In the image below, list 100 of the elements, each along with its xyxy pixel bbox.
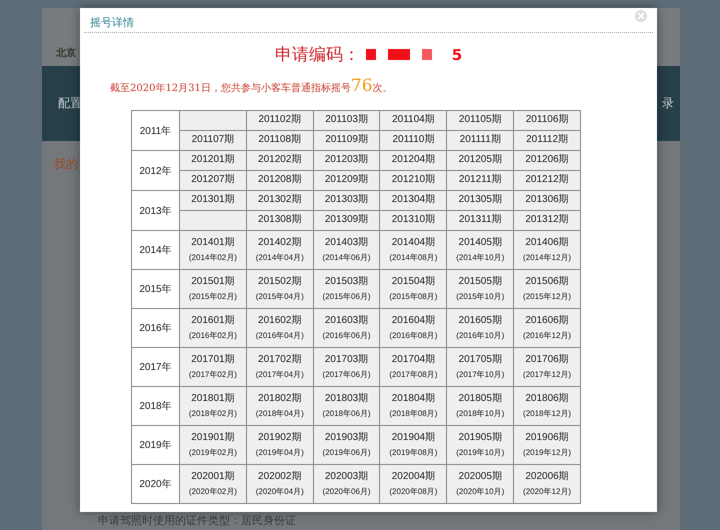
period-cell: 201705期 (2017年10月) [446, 348, 514, 386]
period-cell: 201110期 [380, 130, 447, 150]
year-cell: 2016年 [132, 308, 180, 348]
period-cell [180, 110, 246, 130]
period-cell: 201402期 (2014年04月) [246, 230, 314, 270]
period-cell: 201603期 (2016年06月) [313, 308, 380, 348]
period-cell: 201111期 [446, 130, 514, 150]
period-cell [180, 210, 246, 230]
period-cell: 201904期 (2019年08月) [380, 426, 447, 464]
period-cell: 201308期 [246, 210, 314, 230]
year-cell: 2020年 [132, 464, 180, 504]
redaction-mark [366, 49, 376, 60]
period-cell: 201105期 [446, 110, 514, 130]
period-cell: 201503期 (2015年06月) [313, 270, 380, 308]
period-cell: 201211期 [446, 170, 514, 190]
period-cell: 201206期 [514, 150, 580, 170]
year-cell: 2014年 [132, 230, 180, 270]
period-cell: 201906期 (2019年12月) [514, 426, 580, 464]
period-cell: 201311期 [446, 210, 514, 230]
period-cell: 201501期 (2015年02月) [180, 270, 246, 308]
redaction-mark [422, 49, 432, 60]
period-cell: 201102期 [246, 110, 314, 130]
year-cell: 2012年 [132, 150, 180, 190]
period-cell: 201806期 (2018年12月) [514, 386, 580, 426]
period-cell: 201602期 (2016年04月) [246, 308, 314, 348]
period-cell: 201404期 (2014年08月) [380, 230, 447, 270]
period-cell: 201107期 [180, 130, 246, 150]
period-cell: 201301期 [180, 190, 246, 210]
dialog-title: 摇号详情 [90, 15, 134, 30]
period-cell: 201801期 (2018年02月) [180, 386, 246, 426]
period-cell: 201210期 [380, 170, 447, 190]
close-icon [637, 12, 645, 20]
period-cell: 201108期 [246, 130, 314, 150]
year-cell: 2017年 [132, 348, 180, 386]
period-cell: 201106期 [514, 110, 580, 130]
period-cell: 201202期 [246, 150, 314, 170]
code-tail: 5 [452, 46, 462, 64]
year-cell: 2015年 [132, 270, 180, 308]
period-cell: 201212期 [514, 170, 580, 190]
period-cell: 201305期 [446, 190, 514, 210]
period-cell: 202002期 (2020年04月) [246, 464, 314, 504]
period-cell: 201606期 (2016年12月) [514, 308, 580, 348]
period-cell: 201903期 (2019年06月) [313, 426, 380, 464]
year-cell: 2013年 [132, 190, 180, 230]
period-cell: 202001期 (2020年02月) [180, 464, 246, 504]
period-cell: 201605期 (2016年10月) [446, 308, 514, 348]
period-cell: 201310期 [380, 210, 447, 230]
period-cell: 201203期 [313, 150, 380, 170]
period-cell: 201403期 (2014年06月) [313, 230, 380, 270]
period-cell: 201103期 [313, 110, 380, 130]
period-cell: 201703期 (2017年06月) [313, 348, 380, 386]
period-cell: 201209期 [313, 170, 380, 190]
period-cell: 201405期 (2014年10月) [446, 230, 514, 270]
period-cell: 201701期 (2017年02月) [180, 348, 246, 386]
login-link[interactable]: 录 [662, 95, 674, 112]
redaction-mark [388, 49, 410, 60]
period-cell: 201208期 [246, 170, 314, 190]
period-cell: 201104期 [380, 110, 447, 130]
period-cell: 201702期 (2017年04月) [246, 348, 314, 386]
period-cell: 202003期 (2020年06月) [313, 464, 380, 504]
period-cell: 201905期 (2019年10月) [446, 426, 514, 464]
period-cell: 201201期 [180, 150, 246, 170]
period-cell: 201302期 [246, 190, 314, 210]
section-title: 我的 [54, 157, 78, 171]
code-label: 申请编码： [274, 44, 360, 66]
period-cell: 202005期 (2020年10月) [446, 464, 514, 504]
year-cell: 2018年 [132, 386, 180, 426]
period-cell: 201109期 [313, 130, 380, 150]
period-cell: 201804期 (2018年08月) [380, 386, 447, 426]
period-cell: 202006期 (2020年12月) [514, 464, 580, 504]
period-cell: 201303期 [313, 190, 380, 210]
period-cell: 201406期 (2014年12月) [514, 230, 580, 270]
period-cell: 201601期 (2016年02月) [180, 308, 246, 348]
id-type-text: 申请驾照时使用的证件类型：居民身份证 [98, 513, 296, 528]
period-cell: 201805期 (2018年10月) [446, 386, 514, 426]
logo-text: 北京 [56, 46, 76, 60]
period-cell: 201309期 [313, 210, 380, 230]
period-cell: 201706期 (2017年12月) [514, 348, 580, 386]
period-cell: 201902期 (2019年04月) [246, 426, 314, 464]
period-cell: 201506期 (2015年12月) [514, 270, 580, 308]
period-cell: 201901期 (2019年02月) [180, 426, 246, 464]
period-cell: 201306期 [514, 190, 580, 210]
period-cell: 201604期 (2016年08月) [380, 308, 447, 348]
year-cell: 2011年 [132, 110, 180, 150]
period-cell: 201204期 [380, 150, 447, 170]
period-cell: 201304期 [380, 190, 447, 210]
period-cell: 201205期 [446, 150, 514, 170]
period-cell: 201401期 (2014年02月) [180, 230, 246, 270]
period-cell: 201112期 [514, 130, 580, 150]
period-cell: 201207期 [180, 170, 246, 190]
lottery-count-note: 截至2020年12月31日，您共参与小客车普通指标摇号76次。 [110, 76, 394, 96]
close-button[interactable] [635, 10, 647, 22]
period-cell: 201704期 (2017年08月) [380, 348, 447, 386]
period-cell: 201502期 (2015年04月) [246, 270, 314, 308]
period-cell: 201505期 (2015年10月) [446, 270, 514, 308]
period-cell: 201803期 (2018年06月) [313, 386, 380, 426]
year-cell: 2019年 [132, 426, 180, 464]
period-cell: 201312期 [514, 210, 580, 230]
period-cell: 201802期 (2018年04月) [246, 386, 314, 426]
period-cell: 201504期 (2015年08月) [380, 270, 447, 308]
